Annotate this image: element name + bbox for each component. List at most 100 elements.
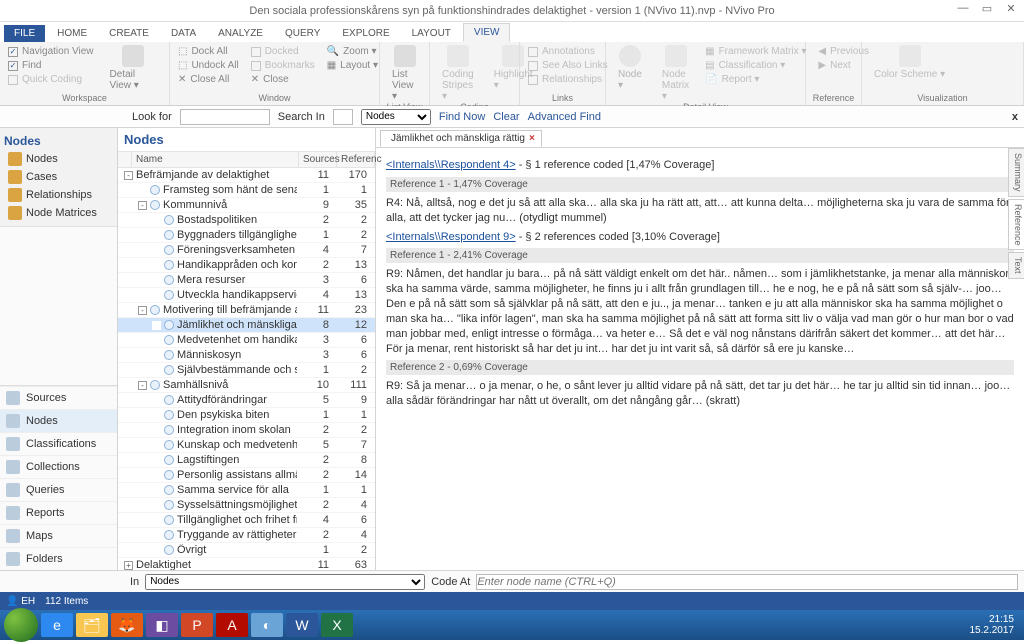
close-tab-button[interactable]: ×: [529, 133, 535, 144]
node-row[interactable]: Samma service för alla11: [118, 483, 375, 498]
nav-section-folders[interactable]: Folders: [0, 547, 117, 570]
nav-item[interactable]: Relationships: [4, 186, 113, 204]
node-matrix-button[interactable]: Node Matrix ▾: [656, 45, 695, 102]
node-row[interactable]: -Motivering till befrämjande av delaktig…: [118, 303, 375, 318]
node-row[interactable]: Framsteg som hänt de senaste åren11: [118, 183, 375, 198]
nav-item[interactable]: Cases: [4, 168, 113, 186]
nav-section-classifications[interactable]: Classifications: [0, 432, 117, 455]
node-row[interactable]: Tryggande av rättigheterna24: [118, 528, 375, 543]
nav-item[interactable]: Node Matrices: [4, 204, 113, 222]
node-row[interactable]: Föreningsverksamheten47: [118, 243, 375, 258]
node-row[interactable]: Den psykiska biten11: [118, 408, 375, 423]
close-all-button[interactable]: ✕ Close All: [176, 73, 241, 86]
source-link[interactable]: <Internals\\Respondent 4>: [386, 159, 516, 171]
layout-button[interactable]: ▦ Layout ▾: [325, 59, 380, 72]
minimize-button[interactable]: —: [954, 2, 972, 15]
ribbon-tab-file[interactable]: FILE: [4, 25, 45, 42]
ribbon-tab-explore[interactable]: EXPLORE: [332, 25, 399, 42]
quick-coding-toggle[interactable]: Quick Coding: [6, 73, 96, 86]
expand-toggle[interactable]: -: [124, 171, 133, 180]
ribbon-tab-query[interactable]: QUERY: [275, 25, 330, 42]
taskbar-firefox-icon[interactable]: 🦊: [111, 613, 143, 637]
taskbar-pdf-icon[interactable]: A: [216, 613, 248, 637]
detail-tab[interactable]: Jämlikhet och mänskliga rättig ×: [380, 130, 542, 147]
node-row[interactable]: +Delaktighet1163: [118, 558, 375, 570]
seealso-toggle[interactable]: See Also Links: [526, 59, 610, 72]
next-button[interactable]: ▶ Next: [816, 59, 871, 72]
taskbar-clock[interactable]: 21:1515.2.2017: [970, 614, 1021, 636]
node-row[interactable]: -Samhällsnivå10111: [118, 378, 375, 393]
node-row[interactable]: Övrigt12: [118, 543, 375, 558]
expand-toggle[interactable]: -: [138, 201, 147, 210]
node-button[interactable]: Node ▾: [612, 45, 648, 91]
nav-section-collections[interactable]: Collections: [0, 455, 117, 478]
detail-view-button[interactable]: Detail View ▾: [104, 45, 163, 91]
searchin-input[interactable]: [333, 109, 353, 125]
ribbon-tab-home[interactable]: HOME: [47, 25, 97, 42]
side-tab-text[interactable]: Text: [1008, 252, 1024, 279]
node-row[interactable]: Attitydförändringar59: [118, 393, 375, 408]
expand-toggle[interactable]: +: [124, 561, 133, 570]
find-toggle[interactable]: ✓Find: [6, 59, 96, 72]
taskbar-excel-icon[interactable]: X: [321, 613, 353, 637]
list-view-button[interactable]: List View ▾: [386, 45, 423, 102]
taskbar-word-icon[interactable]: W: [286, 613, 318, 637]
taskbar-app-icon[interactable]: ◐: [251, 613, 283, 637]
previous-button[interactable]: ◀ Previous: [816, 45, 871, 58]
node-row[interactable]: Bostadspolitiken22: [118, 213, 375, 228]
node-row[interactable]: Utveckla handikappservicen i kom413: [118, 288, 375, 303]
source-link[interactable]: <Internals\\Respondent 9>: [386, 231, 516, 243]
node-row[interactable]: Lagstiftingen28: [118, 453, 375, 468]
expand-toggle[interactable]: -: [138, 306, 147, 315]
classification-button[interactable]: ▤ Classification ▾: [703, 59, 808, 72]
col-sources[interactable]: Sources: [299, 152, 337, 167]
node-row[interactable]: -Befrämjande av delaktighet11170: [118, 168, 375, 183]
undock-all-button[interactable]: ⬚ Undock All: [176, 59, 241, 72]
ribbon-tab-analyze[interactable]: ANALYZE: [208, 25, 273, 42]
code-at-input[interactable]: [476, 574, 1018, 590]
clear-button[interactable]: Clear: [493, 111, 519, 123]
taskbar-ie-icon[interactable]: e: [41, 613, 73, 637]
node-row[interactable]: Medvetenhet om handikappfrågor36: [118, 333, 375, 348]
nav-section-reports[interactable]: Reports: [0, 501, 117, 524]
in-select[interactable]: Nodes: [145, 574, 425, 590]
docked-toggle[interactable]: Docked: [249, 45, 317, 58]
node-row[interactable]: Tillgänglighet och frihet från hinder46: [118, 513, 375, 528]
col-name[interactable]: Name: [132, 152, 299, 167]
lookfor-input[interactable]: [180, 109, 270, 125]
side-tab-reference[interactable]: Reference: [1008, 199, 1024, 251]
close-button[interactable]: ✕ Close: [249, 73, 317, 86]
node-row[interactable]: Personlig assistans allmänt214: [118, 468, 375, 483]
maximize-button[interactable]: ▭: [978, 2, 996, 15]
relationships-toggle[interactable]: Relationships: [526, 73, 610, 86]
node-row[interactable]: -Kommunnivå935: [118, 198, 375, 213]
coding-stripes-button[interactable]: Coding Stripes ▾: [436, 45, 480, 102]
dock-all-button[interactable]: ⬚ Dock All: [176, 45, 241, 58]
node-row[interactable]: Jämlikhet och mänskliga rättigheter812: [118, 318, 375, 333]
node-row[interactable]: Integration inom skolan22: [118, 423, 375, 438]
advanced-find-button[interactable]: Advanced Find: [528, 111, 601, 123]
find-now-button[interactable]: Find Now: [439, 111, 485, 123]
nav-item[interactable]: Nodes: [4, 150, 113, 168]
node-row[interactable]: Sysselsättningsmöjligheter24: [118, 498, 375, 513]
col-references[interactable]: Referenc: [337, 152, 375, 167]
expand-toggle[interactable]: -: [138, 381, 147, 390]
node-row[interactable]: Byggnaders tillgänglighet12: [118, 228, 375, 243]
taskbar-app-icon[interactable]: ◧: [146, 613, 178, 637]
ribbon-tab-create[interactable]: CREATE: [99, 25, 159, 42]
annotations-toggle[interactable]: Annotations: [526, 45, 610, 58]
framework-matrix-button[interactable]: ▦ Framework Matrix ▾: [703, 45, 808, 58]
node-row[interactable]: Kunskap och medvetenhet om han57: [118, 438, 375, 453]
close-find-button[interactable]: x: [1012, 111, 1018, 123]
start-button[interactable]: [4, 608, 38, 642]
close-window-button[interactable]: ✕: [1002, 2, 1020, 15]
color-scheme-button[interactable]: Color Scheme ▾: [868, 45, 951, 80]
report-button[interactable]: 📄 Report ▾: [703, 73, 808, 86]
taskbar-explorer-icon[interactable]: 🗂: [76, 613, 108, 637]
ribbon-tab-view[interactable]: VIEW: [463, 23, 511, 42]
ribbon-tab-layout[interactable]: LAYOUT: [402, 25, 461, 42]
bookmarks-toggle[interactable]: Bookmarks: [249, 59, 317, 72]
nav-view-toggle[interactable]: ✓Navigation View: [6, 45, 96, 58]
nav-section-sources[interactable]: Sources: [0, 386, 117, 409]
searchin-list[interactable]: Nodes: [361, 109, 431, 125]
